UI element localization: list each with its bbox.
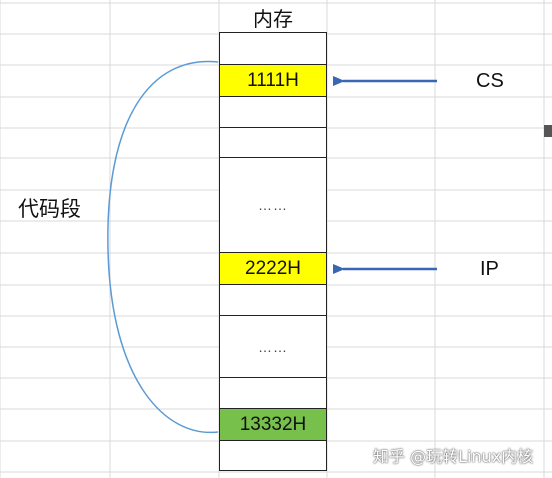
annotation-layer — [107, 60, 437, 434]
ip-register-label: IP — [480, 258, 499, 280]
code-segment-label: 代码段 — [18, 197, 81, 221]
code-segment-brace — [107, 60, 219, 434]
window-edge-marker — [544, 125, 552, 137]
watermark: 知乎 @玩转Linux内核 — [373, 447, 534, 466]
cs-register-label: CS — [476, 70, 504, 92]
